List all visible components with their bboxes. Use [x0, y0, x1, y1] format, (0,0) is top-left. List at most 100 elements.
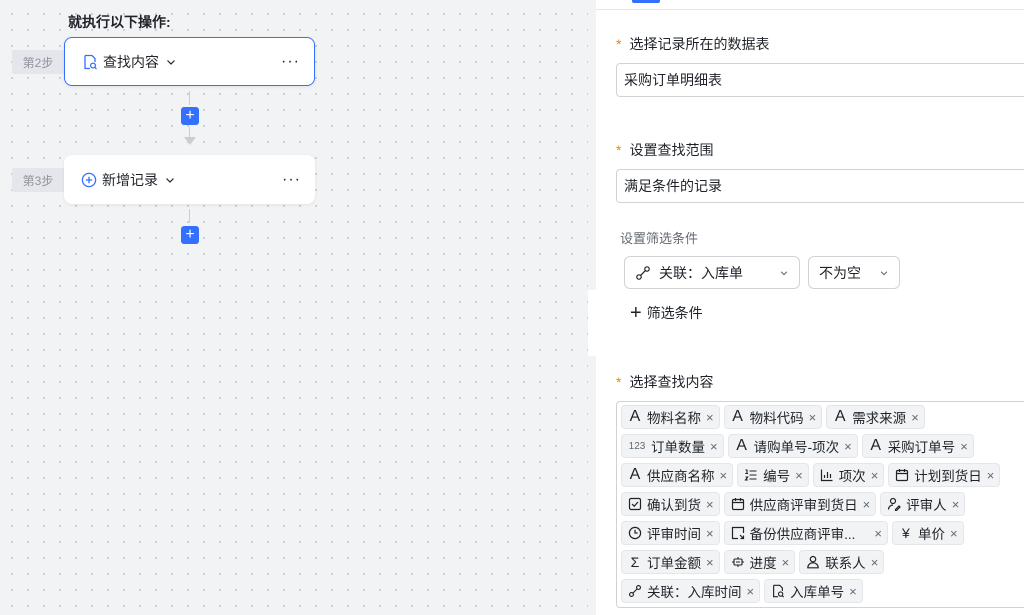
step-tag-2: 第2步: [12, 50, 64, 74]
field-tag[interactable]: 计划到货日 ×: [888, 463, 1001, 487]
tag-label: 物料名称: [647, 411, 701, 426]
tag-label: 入库单号: [790, 585, 845, 600]
content-fields-select[interactable]: A 物料名称 × A 物料代码 × A 需求来源 × 123 订单数量 × A 请购单号-项次 × …: [616, 401, 1024, 608]
field-tag[interactable]: 备份供应商评审... ×: [723, 521, 888, 545]
more-options-button[interactable]: ···: [282, 171, 301, 188]
tag-label: 评审人: [906, 498, 947, 513]
field-tag[interactable]: A 物料名称 ×: [621, 405, 720, 429]
field-tag[interactable]: A 采购订单号 ×: [861, 434, 974, 458]
remove-tag-button[interactable]: ×: [706, 410, 714, 425]
remove-tag-button[interactable]: ×: [871, 468, 879, 483]
find-record-icon: [770, 583, 786, 599]
remove-tag-button[interactable]: ×: [747, 584, 755, 599]
field-tag[interactable]: 供应商评审到货日 ×: [723, 492, 877, 516]
remove-tag-button[interactable]: ×: [874, 526, 882, 541]
step-node-label: 查找内容: [103, 53, 159, 70]
field-tag[interactable]: A 供应商名称 ×: [621, 463, 734, 487]
plus-icon: +: [630, 302, 642, 324]
more-options-button[interactable]: ···: [281, 53, 300, 70]
tag-label: 订单数量: [651, 440, 705, 455]
step-node-add-record[interactable]: 新增记录 ···: [64, 155, 315, 204]
chevron-down-icon[interactable]: [165, 56, 177, 68]
tag-label: 供应商评审到货日: [749, 498, 858, 513]
remove-tag-button[interactable]: ×: [720, 468, 728, 483]
tag-label: 需求来源: [852, 411, 907, 426]
add-filter-condition-button[interactable]: + 筛选条件: [630, 303, 703, 323]
condition-operator-value: 不为空: [819, 264, 861, 281]
label-text: 选择查找内容: [629, 374, 714, 390]
chevron-down-icon[interactable]: [164, 174, 176, 186]
remove-tag-button[interactable]: ×: [706, 497, 714, 512]
divider: [596, 9, 1024, 10]
remove-tag-button[interactable]: ×: [710, 439, 718, 454]
connector-line: [189, 209, 190, 223]
field-tag[interactable]: A 物料代码 ×: [723, 405, 823, 429]
required-mark: *: [616, 36, 622, 52]
find-record-icon: [81, 53, 99, 71]
tag-label: 订单金额: [647, 556, 701, 571]
label-text: 设置查找范围: [629, 142, 714, 158]
remove-tag-button[interactable]: ×: [809, 410, 817, 425]
remove-tag-button[interactable]: ×: [987, 468, 995, 483]
field-tag[interactable]: 关联：入库时间 ×: [621, 579, 761, 603]
add-condition-label: 筛选条件: [646, 305, 703, 321]
sum-icon: Σ: [630, 554, 640, 570]
remove-tag-button[interactable]: ×: [706, 555, 714, 570]
person-icon: [805, 554, 821, 570]
person-edit-icon: [886, 496, 902, 512]
remove-tag-button[interactable]: ×: [795, 468, 803, 483]
step-node-label: 新增记录: [102, 171, 158, 188]
field-tag[interactable]: 评审时间 ×: [621, 521, 720, 545]
field-tag[interactable]: 入库单号 ×: [764, 579, 863, 603]
auto-number-icon: [743, 467, 759, 483]
remove-tag-button[interactable]: ×: [844, 439, 852, 454]
field-tag[interactable]: 评审人 ×: [880, 492, 966, 516]
tag-label: 采购订单号: [887, 440, 956, 455]
field-tag[interactable]: Σ 订单金额 ×: [621, 550, 720, 574]
tag-label: 物料代码: [749, 411, 804, 426]
label-text: 选择记录所在的数据表: [629, 36, 770, 52]
condition-field-value: 关联：入库单: [659, 264, 743, 281]
tag-label: 供应商名称: [647, 469, 715, 484]
remove-tag-button[interactable]: ×: [863, 497, 871, 512]
text-field-icon: A: [834, 408, 846, 425]
remove-tag-button[interactable]: ×: [849, 584, 857, 599]
content-field-label: * 选择查找内容: [616, 372, 713, 392]
range-select[interactable]: 满足条件的记录: [616, 169, 1024, 203]
remove-tag-button[interactable]: ×: [706, 526, 714, 541]
remove-tag-button[interactable]: ×: [960, 439, 968, 454]
table-select[interactable]: 采购订单明细表: [616, 63, 1024, 97]
condition-field-select[interactable]: 关联：入库单: [624, 256, 800, 289]
remove-tag-button[interactable]: ×: [871, 555, 879, 570]
tag-label: 备份供应商评审...: [749, 527, 856, 542]
tag-label: 编号: [763, 469, 791, 484]
field-tag[interactable]: 123 订单数量 ×: [621, 434, 724, 458]
condition-operator-select[interactable]: 不为空: [808, 256, 900, 289]
chevron-down-icon: [779, 268, 789, 278]
field-tag[interactable]: 联系人 ×: [799, 550, 885, 574]
add-step-button[interactable]: +: [181, 226, 199, 244]
step-node-find-content[interactable]: 查找内容 ···: [64, 37, 315, 86]
field-tag[interactable]: ¥ 单价 ×: [891, 521, 964, 545]
remove-tag-button[interactable]: ×: [952, 497, 960, 512]
field-tag[interactable]: A 请购单号-项次 ×: [727, 434, 858, 458]
add-record-icon: [80, 171, 98, 189]
tag-label: 计划到货日: [914, 469, 982, 484]
remove-tag-button[interactable]: ×: [911, 410, 919, 425]
arrow-down-icon: [184, 137, 196, 145]
link-icon: [635, 265, 651, 281]
add-step-button[interactable]: +: [181, 107, 199, 125]
field-tag[interactable]: 项次 ×: [812, 463, 885, 487]
chevron-down-icon: [879, 268, 889, 278]
field-tag[interactable]: 编号 ×: [737, 463, 809, 487]
remove-tag-button[interactable]: ×: [950, 526, 958, 541]
tag-label: 单价: [917, 527, 945, 542]
select-value: 满足条件的记录: [624, 178, 722, 194]
field-tag[interactable]: 确认到货 ×: [621, 492, 720, 516]
field-tag[interactable]: 进度 ×: [723, 550, 796, 574]
remove-tag-button[interactable]: ×: [782, 555, 790, 570]
field-tag[interactable]: A 需求来源 ×: [826, 405, 925, 429]
connector-line: [189, 127, 190, 137]
text-field-icon: A: [629, 466, 641, 483]
calendar-icon: [894, 467, 910, 483]
